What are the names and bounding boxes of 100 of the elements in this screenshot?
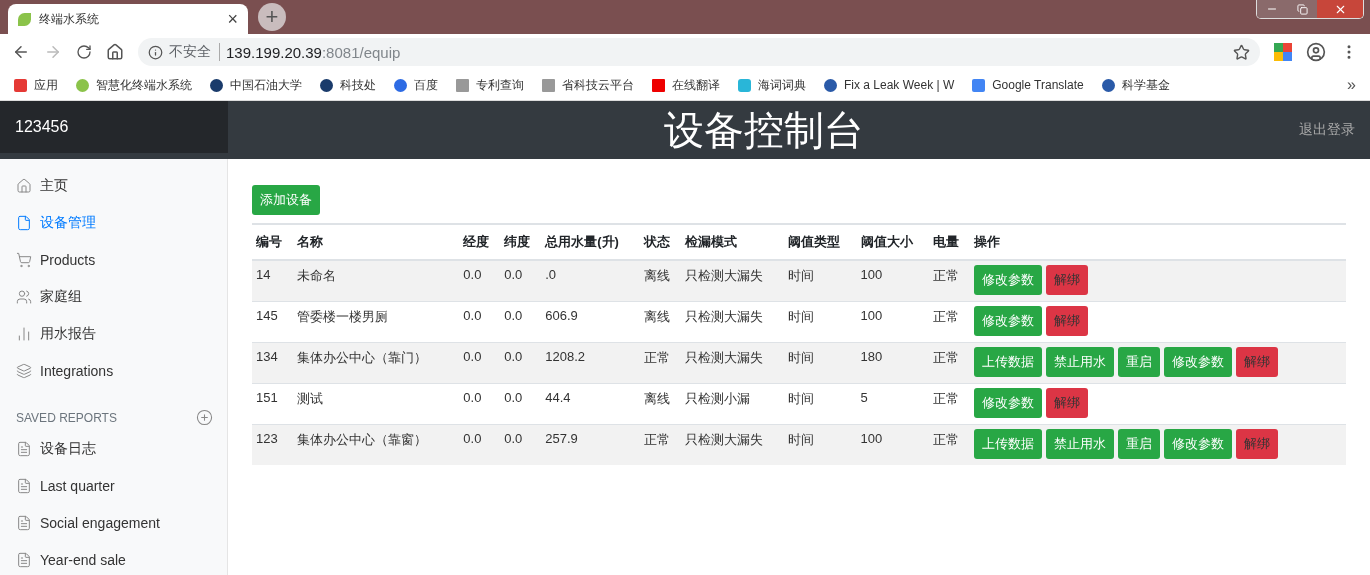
bookmark-item[interactable]: 科技处 [320, 76, 376, 94]
nav-icon [16, 288, 32, 305]
bookmark-item[interactable]: 智慧化终端水系统 [76, 76, 192, 94]
report-item[interactable]: Year-end sale [0, 541, 227, 575]
nav-item[interactable]: Products [0, 241, 227, 278]
address-bar[interactable]: 不安全 139.199.20.39:8081/equip [138, 38, 1260, 66]
back-icon[interactable] [12, 43, 30, 61]
bookmark-item[interactable]: 百度 [394, 76, 438, 94]
table-cell: 0.0 [459, 301, 501, 343]
nav-icon [16, 325, 32, 342]
add-icon[interactable] [196, 409, 213, 426]
table-cell: 正常 [928, 342, 970, 384]
bookmark-item[interactable]: Fix a Leak Week | W [824, 78, 955, 92]
bookmark-item[interactable]: 中国石油大学 [210, 76, 302, 94]
close-window-button[interactable] [1317, 0, 1363, 18]
bookmark-icon [456, 78, 469, 92]
bookmark-icon [76, 78, 89, 92]
bookmark-icon [14, 78, 27, 92]
bookmark-icon [972, 78, 986, 92]
table-cell: 0.0 [500, 342, 542, 384]
reload-icon[interactable] [76, 44, 92, 60]
url-host: 139.199.20.39 [226, 43, 322, 61]
table-cell: 集体办公中心（靠窗） [292, 424, 460, 465]
logout-link[interactable]: 退出登录 [1299, 121, 1370, 139]
leaf-icon [18, 12, 31, 26]
tab-title: 终端水系统 [39, 10, 100, 28]
table-cell: 离线 [639, 301, 681, 343]
table-cell: 未命名 [292, 260, 460, 302]
document-icon [16, 477, 32, 494]
report-item[interactable]: Social engagement [0, 504, 227, 541]
table-cell: 离线 [639, 260, 681, 302]
table-cell: 只检测小漏 [680, 383, 785, 425]
table-cell: 正常 [639, 342, 681, 384]
table-cell: 正常 [928, 424, 970, 465]
table-cell: 正常 [928, 301, 970, 343]
nav-icon [16, 251, 32, 268]
table-cell: 14 [252, 260, 293, 302]
nav-item[interactable]: 家庭组 [0, 278, 227, 315]
table-cell: 时间 [784, 424, 857, 465]
bookmark-item[interactable]: 在线翻译 [652, 76, 720, 94]
profile-icon[interactable] [1306, 42, 1326, 62]
bookmark-item[interactable]: 应用 [14, 76, 58, 94]
close-tab-button[interactable]: × [227, 8, 238, 30]
table-cell: 100 [856, 424, 929, 465]
report-item[interactable]: Last quarter [0, 467, 227, 504]
bookmark-item[interactable]: 专利查询 [456, 76, 524, 94]
table-cell: 134 [252, 342, 293, 384]
security-label: 不安全 [169, 43, 220, 61]
home-icon[interactable] [106, 43, 124, 61]
table-cell: 测试 [292, 383, 460, 425]
table-cell: 时间 [784, 342, 857, 384]
table-cell: .0 [541, 260, 640, 302]
table-cell: 0.0 [500, 260, 542, 302]
nav-icon [16, 362, 32, 379]
table-cell: 时间 [784, 383, 857, 425]
table-cell: 0.0 [500, 301, 542, 343]
document-icon [16, 514, 32, 531]
table-cell: 5 [856, 383, 929, 425]
nav-item[interactable]: 用水报告 [0, 315, 227, 352]
document-icon [16, 551, 32, 568]
table-cell: 离线 [639, 383, 681, 425]
table-cell: 正常 [928, 383, 970, 425]
nav-item[interactable]: Integrations [0, 352, 227, 389]
table-cell: 145 [252, 301, 293, 343]
bookmark-icon [542, 78, 555, 92]
brand-label: 123456 [0, 101, 228, 153]
table-cell: 管委楼一楼男厕 [292, 301, 460, 343]
bookmark-item[interactable]: Google Translate [972, 78, 1084, 92]
table-cell: 257.9 [541, 424, 640, 465]
table-cell: 100 [856, 301, 929, 343]
column-header: 操作 [969, 224, 1346, 260]
bookmark-item[interactable]: 省科技云平台 [542, 76, 634, 94]
table-cell: 100 [856, 260, 929, 302]
table-cell: 1208.2 [541, 342, 640, 384]
report-item[interactable]: 设备日志 [0, 430, 227, 467]
table-cell: 只检测大漏失 [680, 260, 785, 302]
bookmark-icon [1101, 78, 1115, 92]
table-cell: 0.0 [459, 342, 501, 384]
more-bookmarks-button[interactable]: » [1347, 76, 1356, 94]
url-path: :8081/equip [321, 43, 401, 61]
table-cell: 0.0 [459, 260, 501, 302]
bookmark-icon [652, 78, 665, 92]
table-cell: 只检测大漏失 [680, 424, 785, 465]
table-cell: 123 [252, 424, 293, 465]
restore-button[interactable] [1287, 0, 1317, 18]
info-icon [148, 44, 163, 60]
bookmark-item[interactable]: 海词词典 [738, 76, 806, 94]
table-cell: 只检测大漏失 [680, 301, 785, 343]
nav-item[interactable]: 设备管理 [0, 204, 227, 241]
table-cell: 606.9 [541, 301, 640, 343]
bookmark-star-icon[interactable] [1233, 43, 1250, 61]
bookmark-icon [320, 78, 333, 92]
bookmark-item[interactable]: 科学基金 [1101, 76, 1170, 94]
page-title: 设备控制台 [662, 106, 865, 154]
nav-icon [16, 177, 32, 194]
browser-tab[interactable]: 终端水系统 × [8, 4, 248, 34]
table-cell: 正常 [928, 260, 970, 302]
new-tab-button[interactable]: + [258, 3, 286, 31]
nav-item[interactable]: 主页 [0, 167, 227, 204]
nav-icon [16, 214, 32, 231]
